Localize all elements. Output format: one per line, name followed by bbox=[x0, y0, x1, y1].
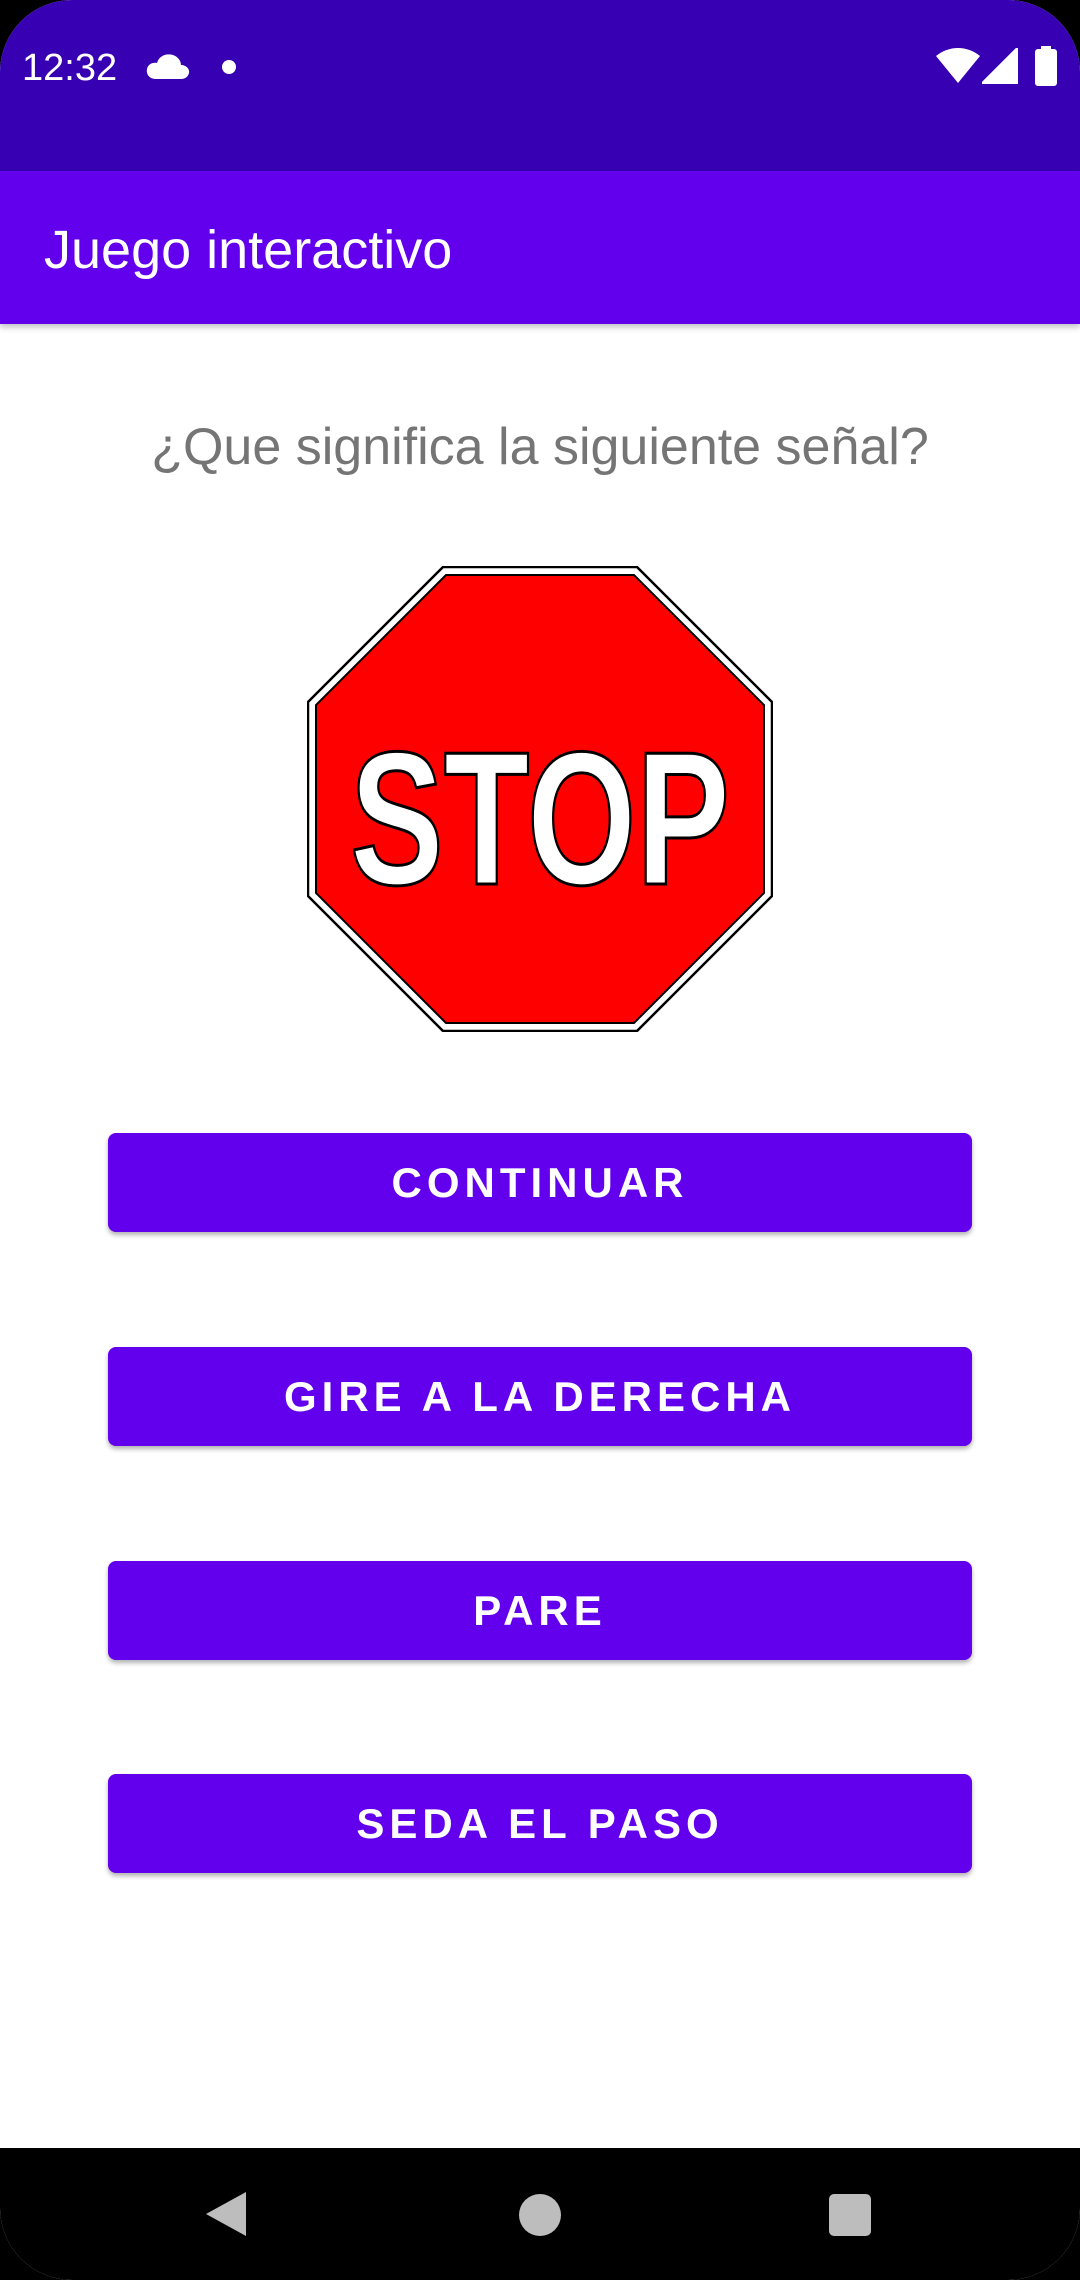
app-bar: Juego interactivo bbox=[0, 171, 1080, 324]
recents-icon[interactable] bbox=[829, 2194, 871, 2236]
signal-icon bbox=[982, 48, 1018, 84]
answer-button-continuar[interactable]: CONTINUAR bbox=[108, 1133, 972, 1232]
home-icon[interactable] bbox=[519, 2194, 561, 2236]
app-title: Juego interactivo bbox=[44, 220, 453, 280]
stop-sign-icon: STOP bbox=[307, 566, 773, 1032]
stop-sign-text: STOP bbox=[350, 713, 730, 925]
back-icon[interactable] bbox=[204, 2190, 248, 2238]
cloud-icon bbox=[146, 54, 190, 79]
navigation-bar bbox=[0, 2148, 1080, 2280]
battery-icon bbox=[1035, 46, 1057, 86]
wifi-icon bbox=[936, 48, 980, 83]
dot-icon bbox=[222, 60, 236, 74]
answer-button-seda-el-paso[interactable]: SEDA EL PASO bbox=[108, 1774, 972, 1873]
answer-button-pare[interactable]: PARE bbox=[108, 1561, 972, 1660]
answer-button-gire-a-la-derecha[interactable]: GIRE A LA DERECHA bbox=[108, 1347, 972, 1446]
status-bar: 12:32 bbox=[0, 0, 1080, 171]
app-screen: 12:32 Juego interactivo ¿Que significa l… bbox=[0, 0, 1080, 2280]
status-time: 12:32 bbox=[22, 47, 118, 89]
question-text: ¿Que significa la siguiente señal? bbox=[151, 418, 929, 476]
